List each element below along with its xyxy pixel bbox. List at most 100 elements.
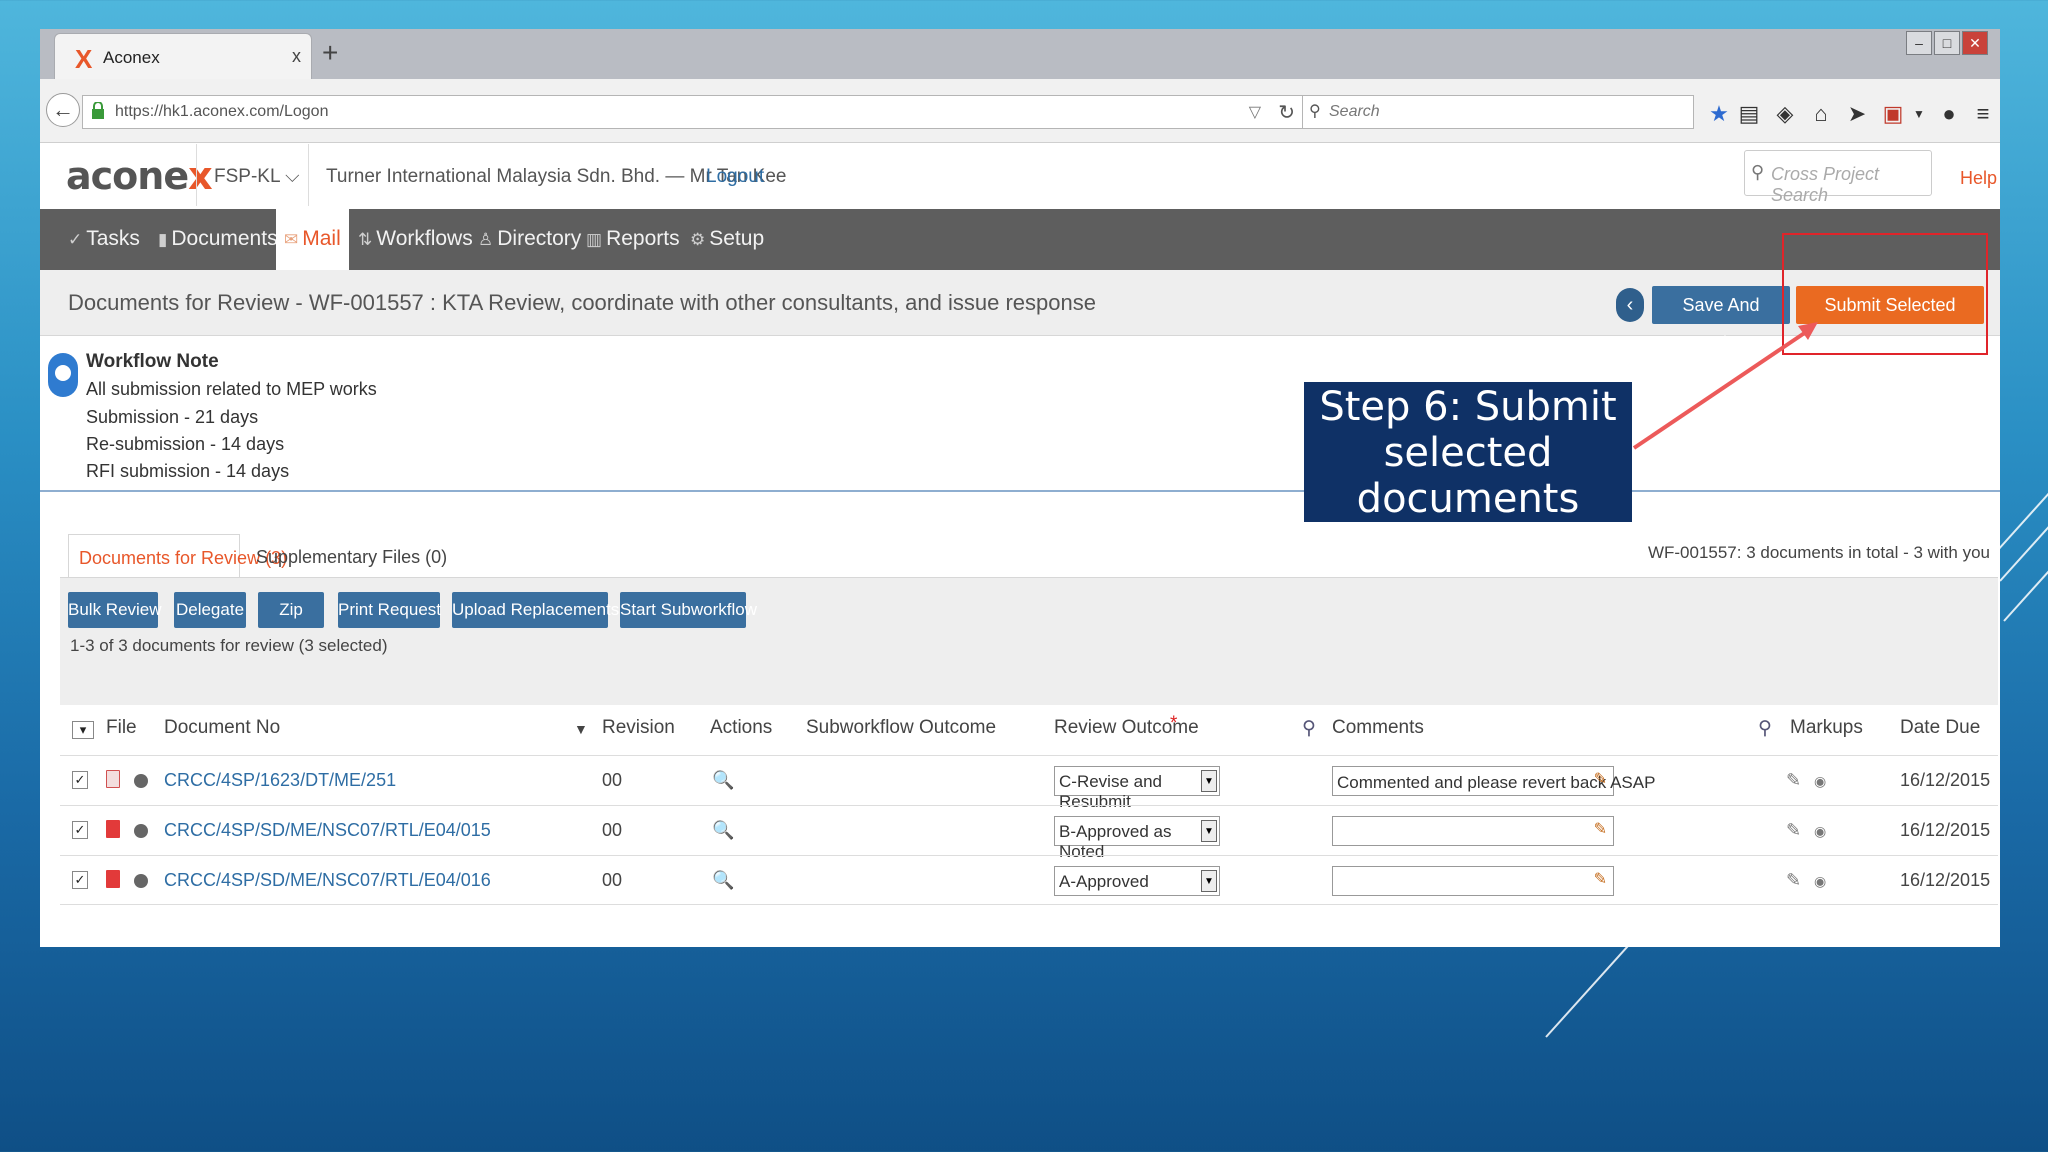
nav-directory[interactable]: ♙ Directory — [478, 227, 581, 251]
edit-pencil-icon[interactable]: ✎ — [1594, 819, 1607, 839]
reload-icon[interactable]: ↻ — [1278, 100, 1295, 125]
start-subworkflow-button[interactable]: Start Subworkflow — [620, 592, 757, 628]
attach-icon[interactable]: ⚲ — [1302, 717, 1316, 740]
page-titlebar: Documents for Review - WF-001557 : KTA R… — [40, 270, 2000, 353]
comment-field[interactable]: ✎ — [1332, 866, 1614, 896]
edit-pencil-icon[interactable]: ✎ — [1594, 869, 1607, 889]
lock-icon — [92, 102, 104, 119]
browser-tab[interactable]: X Aconex x — [54, 33, 312, 81]
dropdown-icon[interactable]: ▼ — [1906, 107, 1932, 121]
edit-pencil-icon[interactable]: ✎ — [1594, 769, 1607, 789]
zip-button[interactable]: Zip — [258, 592, 324, 628]
magnify-icon[interactable]: 🔍 — [712, 820, 734, 841]
required-marker: * — [1170, 713, 1178, 734]
nav-tasks[interactable]: ✓ Tasks — [68, 227, 140, 251]
document-number-link[interactable]: CRCC/4SP/1623/DT/ME/251 — [164, 770, 396, 791]
col-document-no[interactable]: Document No — [164, 717, 280, 739]
directory-icon: ♙ — [478, 230, 494, 249]
row-checkbox[interactable]: ✓ — [72, 771, 88, 789]
minimize-icon[interactable]: – — [1906, 31, 1932, 55]
logout-link[interactable]: Logout — [706, 166, 764, 188]
col-file[interactable]: File — [106, 717, 137, 739]
row-checkbox[interactable]: ✓ — [72, 821, 88, 839]
extension-icon[interactable]: ▣ — [1880, 101, 1906, 127]
window-close-icon[interactable]: ✕ — [1962, 31, 1988, 55]
tab-documents-for-review[interactable]: Documents for Review (3) — [68, 534, 287, 578]
maximize-icon[interactable]: □ — [1934, 31, 1960, 55]
print-request-button[interactable]: Print Request — [338, 592, 441, 628]
chat-icon[interactable]: ● — [1936, 101, 1962, 127]
col-markups: Markups — [1790, 717, 1863, 738]
workflow-note: Workflow Note All submission related to … — [40, 337, 2000, 492]
nav-documents[interactable]: ▮ Documents — [158, 227, 278, 251]
revision-value: 00 — [602, 770, 623, 790]
row-checkbox[interactable]: ✓ — [72, 871, 88, 889]
back-chevron-icon[interactable]: ‹ — [1616, 288, 1644, 322]
magnify-icon[interactable]: 🔍 — [712, 770, 734, 791]
paperclip-icon[interactable]: ✎ — [1786, 770, 1801, 791]
send-icon[interactable]: ➤ — [1844, 101, 1870, 127]
back-arrow-icon[interactable]: ← — [46, 93, 80, 127]
new-tab-button[interactable]: + — [322, 37, 338, 69]
url-dropdown-icon[interactable]: ▽ — [1249, 102, 1261, 122]
pdf-file-icon[interactable] — [106, 770, 120, 788]
gear-icon: ⚙ — [690, 230, 706, 249]
paperclip-icon[interactable]: ✎ — [1786, 820, 1801, 841]
view-eye-icon[interactable]: ◉ — [1814, 773, 1826, 790]
select-all-checkbox[interactable]: ▾ — [72, 721, 94, 739]
review-outcome-select[interactable]: A-Approved ▼ — [1054, 866, 1220, 896]
download-icon[interactable] — [134, 824, 148, 838]
callout-line: documents — [1356, 476, 1580, 522]
pocket-icon[interactable]: ◈ — [1772, 101, 1798, 127]
magnify-icon[interactable]: 🔍 — [712, 870, 734, 891]
workflow-note-line: All submission related to MEP works — [86, 379, 377, 399]
col-date-due[interactable]: Date Due — [1900, 717, 1980, 739]
workflow-note-line: Re-submission - 14 days — [86, 434, 285, 454]
review-outcome-select[interactable]: B-Approved as Noted ▼ — [1054, 816, 1220, 861]
clipboard-icon[interactable]: ▤ — [1736, 101, 1762, 127]
cross-search-placeholder: Cross Project Search — [1771, 164, 1880, 205]
bulk-review-button[interactable]: Bulk Review — [68, 592, 162, 628]
upload-replacements-button[interactable]: Upload Replacements — [452, 592, 619, 628]
workflow-note-line: RFI submission - 14 days — [86, 461, 290, 481]
help-link[interactable]: Help — [1960, 168, 1997, 189]
date-due-value: 16/12/2015 — [1900, 870, 1991, 890]
bookmark-star-icon[interactable]: ★ — [1706, 101, 1732, 127]
download-icon[interactable] — [134, 774, 148, 788]
app-header: aconex FSP-KL ⌵ Turner International Mal… — [40, 144, 2000, 206]
view-eye-icon[interactable]: ◉ — [1814, 823, 1826, 840]
sort-desc-icon[interactable]: ▼ — [574, 721, 588, 737]
pdf-file-icon[interactable] — [106, 870, 120, 888]
paperclip-icon[interactable]: ✎ — [1786, 870, 1801, 891]
view-eye-icon[interactable]: ◉ — [1814, 873, 1826, 890]
document-number-link[interactable]: CRCC/4SP/SD/ME/NSC07/RTL/E04/016 — [164, 870, 491, 891]
comment-field[interactable]: ✎ — [1332, 816, 1614, 846]
nav-setup[interactable]: ⚙ Setup — [690, 227, 764, 251]
review-action-strip: Bulk Review Delegate Zip Print Request U… — [60, 577, 1998, 705]
download-icon[interactable] — [134, 874, 148, 888]
attach-icon[interactable]: ⚲ — [1758, 717, 1772, 740]
workflow-note-heading: Workflow Note — [86, 351, 219, 372]
aconex-logo[interactable]: aconex — [66, 154, 213, 198]
save-and-continue-button[interactable]: Save And Continue — [1652, 286, 1790, 353]
comment-field[interactable]: Commented and please revert back ASAP ✎ — [1332, 766, 1655, 796]
browser-navbar: ← https://hk1.aconex.com/Logon ▽ ↻ ⚲ Sea… — [40, 79, 2000, 143]
url-bar[interactable]: https://hk1.aconex.com/Logon ▽ ↻ — [82, 95, 1308, 129]
workflow-count-summary: WF-001557: 3 documents in total - 3 with… — [1647, 543, 1990, 562]
highlight-frame — [1782, 233, 1988, 355]
browser-search-input[interactable]: ⚲ Search — [1302, 95, 1694, 129]
nav-mail[interactable]: ✉ Mail — [276, 209, 349, 270]
menu-icon[interactable]: ≡ — [1970, 101, 1996, 127]
document-number-link[interactable]: CRCC/4SP/SD/ME/NSC07/RTL/E04/015 — [164, 820, 491, 841]
review-outcome-select[interactable]: C-Revise and Resubmit ▼ — [1054, 766, 1220, 811]
nav-workflows[interactable]: ⇅ Workflows — [358, 227, 473, 251]
delegate-button[interactable]: Delegate — [174, 592, 246, 628]
pdf-file-icon[interactable] — [106, 820, 120, 838]
tab-close-icon[interactable]: x — [292, 46, 301, 67]
home-icon[interactable]: ⌂ — [1808, 101, 1834, 127]
cross-project-search-input[interactable]: ⚲ Cross Project Search — [1744, 150, 1932, 205]
nav-reports[interactable]: ▥ Reports — [586, 227, 680, 251]
url-text: https://hk1.aconex.com/Logon — [115, 103, 329, 120]
col-revision[interactable]: Revision — [602, 717, 675, 739]
project-selector[interactable]: FSP-KL ⌵ — [214, 166, 300, 188]
